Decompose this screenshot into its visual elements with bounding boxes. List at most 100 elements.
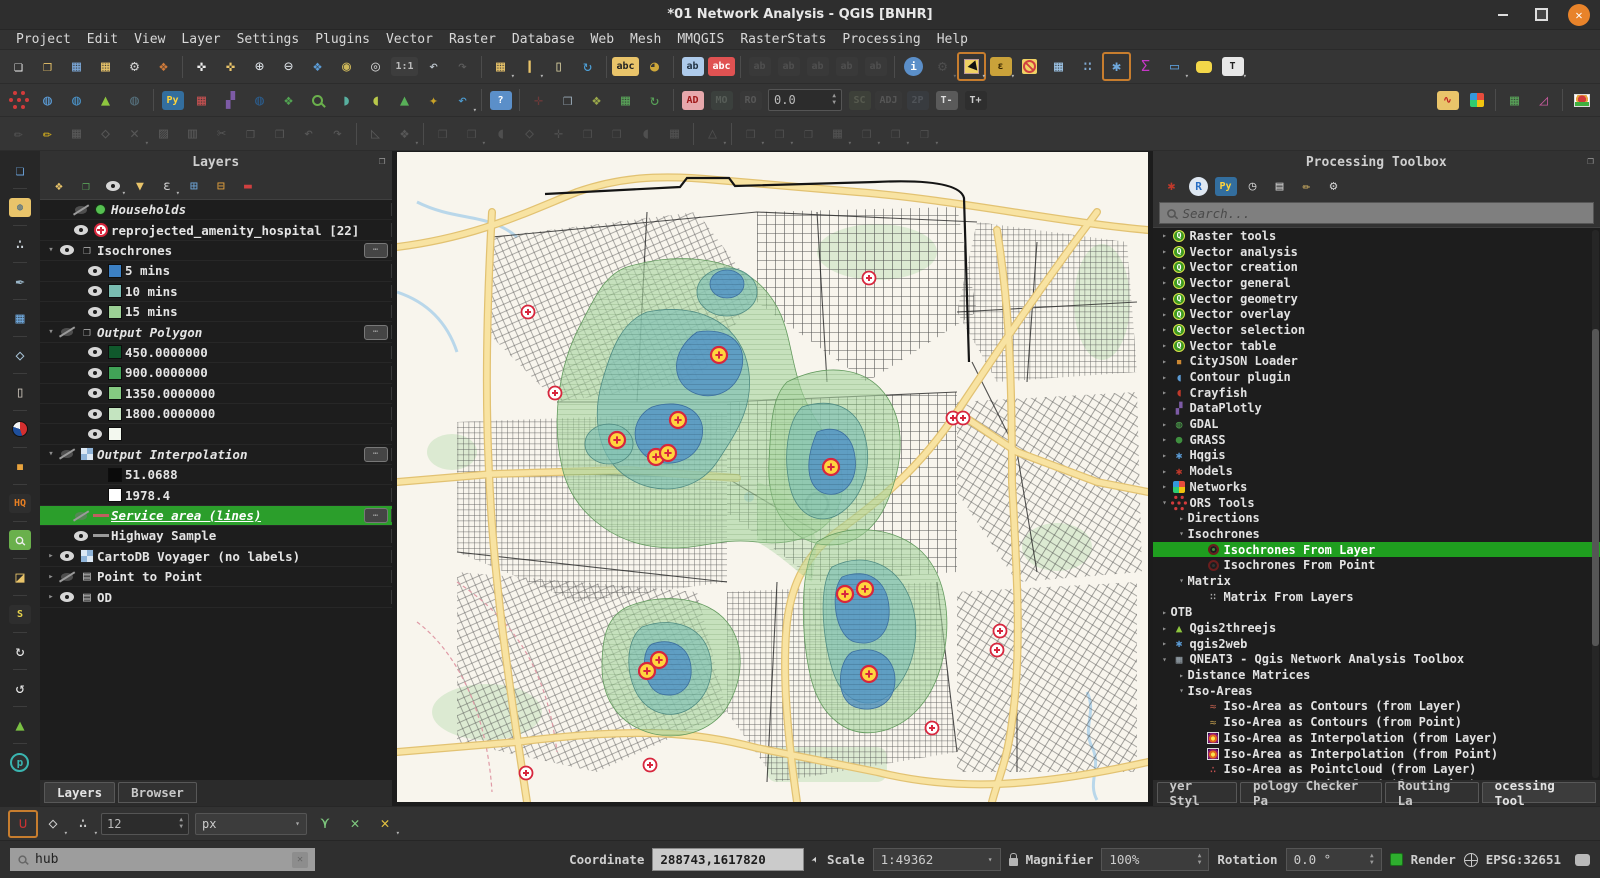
lock-scale-icon[interactable] — [1009, 858, 1018, 866]
label-tool-4-button[interactable]: ab — [833, 53, 860, 80]
label-tool-1-button[interactable]: ab — [746, 53, 773, 80]
visibility-toggle[interactable] — [87, 427, 103, 441]
menu-layer[interactable]: Layer — [173, 30, 228, 50]
proc-row[interactable]: ▸QVector table — [1153, 338, 1600, 354]
topological-editing-button[interactable]: ⋎ — [311, 811, 339, 837]
zoom-to-layer-button[interactable]: ◎ — [362, 53, 389, 80]
layer-row[interactable]: 51.0688 — [40, 465, 392, 485]
proc-row[interactable]: ▸◖Contour plugin — [1153, 369, 1600, 385]
open-project-button[interactable]: ❐ — [34, 53, 61, 80]
proc-row[interactable]: Isochrones From Point — [1153, 557, 1600, 573]
expander-icon[interactable]: ▾ — [1176, 529, 1188, 538]
add-triangle-plugin-button[interactable]: ▲ — [6, 712, 34, 738]
layer-row[interactable] — [40, 424, 392, 444]
digitize-tool-6-button[interactable]: ❒ — [574, 120, 601, 147]
zoom-out-button[interactable]: ⊖ — [275, 53, 302, 80]
t-plus-button[interactable]: T+ — [962, 87, 989, 114]
snapping-mode-button[interactable]: ◇▾ — [39, 811, 67, 837]
layer-row[interactable]: 900.0000000 — [40, 363, 392, 383]
digitize-tool-1-button[interactable]: ❒ — [429, 120, 456, 147]
toggle-editing-button[interactable]: ✏ — [34, 120, 61, 147]
redo-edit-button[interactable]: ↷ — [324, 120, 351, 147]
highlight-labels-button[interactable]: abc — [708, 53, 735, 80]
label-chart-button[interactable]: ◕ — [641, 53, 668, 80]
chart-dots-plugin-button[interactable]: ▪ — [6, 453, 34, 479]
proc-row[interactable]: ▸◍GDAL — [1153, 416, 1600, 432]
layer-arrows-button[interactable]: ❖ — [275, 87, 302, 114]
dropdown-arrow-icon[interactable]: ▾ — [723, 140, 727, 147]
qgis2threejs-button[interactable]: ▲ — [92, 87, 119, 114]
expander-icon[interactable]: ▾ — [1159, 655, 1171, 664]
board-plugin-button[interactable]: ▦ — [6, 305, 34, 331]
current-edits-button[interactable]: ✏ — [5, 120, 32, 147]
visibility-toggle[interactable] — [87, 284, 103, 298]
hqgis-plugin-button[interactable]: HQ — [6, 490, 34, 516]
visibility-toggle[interactable] — [59, 549, 75, 563]
osm-edit-plugin-button[interactable]: ◪ — [6, 564, 34, 590]
proc-row[interactable]: ▸✱Models — [1153, 463, 1600, 479]
proc-row[interactable]: ≈Iso-Area as Contours (from Point) — [1153, 714, 1600, 730]
adj-button[interactable]: ADJ — [875, 87, 902, 114]
expander-icon[interactable]: ▸ — [1159, 341, 1171, 350]
digitize-tool-2-button[interactable]: ❒▾ — [458, 120, 485, 147]
field-calculator-button[interactable]: ∷ — [1074, 53, 1101, 80]
expander-icon[interactable]: ▾ — [1159, 498, 1171, 507]
menu-mesh[interactable]: Mesh — [622, 30, 669, 50]
expander-icon[interactable]: ▸ — [1159, 310, 1171, 319]
visibility-toggle[interactable] — [59, 243, 75, 257]
visibility-toggle[interactable] — [59, 325, 75, 339]
dropdown-arrow-icon[interactable]: ▾ — [877, 140, 881, 147]
menu-raster[interactable]: Raster — [441, 30, 504, 50]
proc-row[interactable]: ▸QVector selection — [1153, 322, 1600, 338]
menu-help[interactable]: Help — [929, 30, 976, 50]
menu-project[interactable]: Project — [8, 30, 79, 50]
expander-icon[interactable]: ▸ — [1159, 420, 1171, 429]
labels-button[interactable]: abc — [612, 53, 639, 80]
expander-icon[interactable]: ▸ — [1159, 639, 1171, 648]
layer-indicator-badge[interactable]: ⋯ — [364, 325, 388, 340]
spinner-arrows-icon[interactable]: ▲▼ — [1198, 853, 1202, 866]
layer-row[interactable]: 15 mins — [40, 302, 392, 322]
select-features-button[interactable]: ▾ — [958, 53, 985, 80]
visibility-toggle[interactable] — [73, 509, 89, 523]
sc-button[interactable]: SC — [846, 87, 873, 114]
expander-icon[interactable]: ▸ — [1159, 624, 1171, 633]
processing-toolbox-button[interactable]: ✱ — [1103, 53, 1130, 80]
add-feature-button[interactable]: ◇ — [92, 120, 119, 147]
dock-tab[interactable]: yer Styl — [1157, 782, 1237, 803]
render-checkbox[interactable] — [1390, 853, 1403, 866]
proc-row[interactable]: ▸Networks — [1153, 479, 1600, 495]
dropdown-arrow-icon[interactable]: ▾ — [953, 73, 957, 80]
histogram-tool-button[interactable] — [1568, 87, 1595, 114]
minimize-button[interactable] — [1492, 4, 1514, 26]
menu-plugins[interactable]: Plugins — [307, 30, 378, 50]
filter-by-expression-button[interactable]: ε▾ — [155, 175, 179, 197]
dropdown-arrow-icon[interactable]: ▾ — [790, 140, 794, 147]
deselect-features-button[interactable] — [1016, 53, 1043, 80]
filter-legend-button[interactable]: ▼ — [128, 175, 152, 197]
expander-icon[interactable]: ▸ — [1159, 373, 1171, 382]
expander-icon[interactable]: ▸ — [44, 572, 58, 582]
layer-row[interactable]: 5 mins — [40, 261, 392, 281]
proc-row[interactable]: ∴Iso-Area as Pointcloud (from Layer) — [1153, 761, 1600, 777]
v-diagram-plugin-button[interactable]: ◇ — [6, 342, 34, 368]
pan-to-selection-button[interactable]: ✜ — [217, 53, 244, 80]
proc-row[interactable]: ▸Directions — [1153, 510, 1600, 526]
dropdown-arrow-icon[interactable]: ▾ — [122, 190, 126, 197]
maximize-button[interactable] — [1530, 4, 1552, 26]
layer-row[interactable]: 1800.0000000 — [40, 404, 392, 424]
proc-row[interactable]: ▸✱Hqgis — [1153, 448, 1600, 464]
proc-row[interactable]: ▸▞DataPlotly — [1153, 401, 1600, 417]
layer-row[interactable]: ▸▤OD — [40, 587, 392, 607]
menu-mmqgis[interactable]: MMQGIS — [669, 30, 732, 50]
expander-icon[interactable]: ▸ — [1159, 482, 1171, 491]
undo-edit-button[interactable]: ↶ — [295, 120, 322, 147]
menu-rasterstats[interactable]: RasterStats — [732, 30, 834, 50]
profile-plot-button[interactable]: ◿ — [1530, 87, 1557, 114]
expander-icon[interactable]: ▸ — [1159, 467, 1171, 476]
angle-spin[interactable]: 0.0▲▼ — [766, 87, 844, 114]
dropdown-arrow-icon[interactable]: ▾ — [906, 140, 910, 147]
map-canvas[interactable] — [397, 152, 1148, 802]
expander-icon[interactable]: ▸ — [1159, 231, 1171, 240]
digitize-tool-4-button[interactable]: ◇ — [516, 120, 543, 147]
